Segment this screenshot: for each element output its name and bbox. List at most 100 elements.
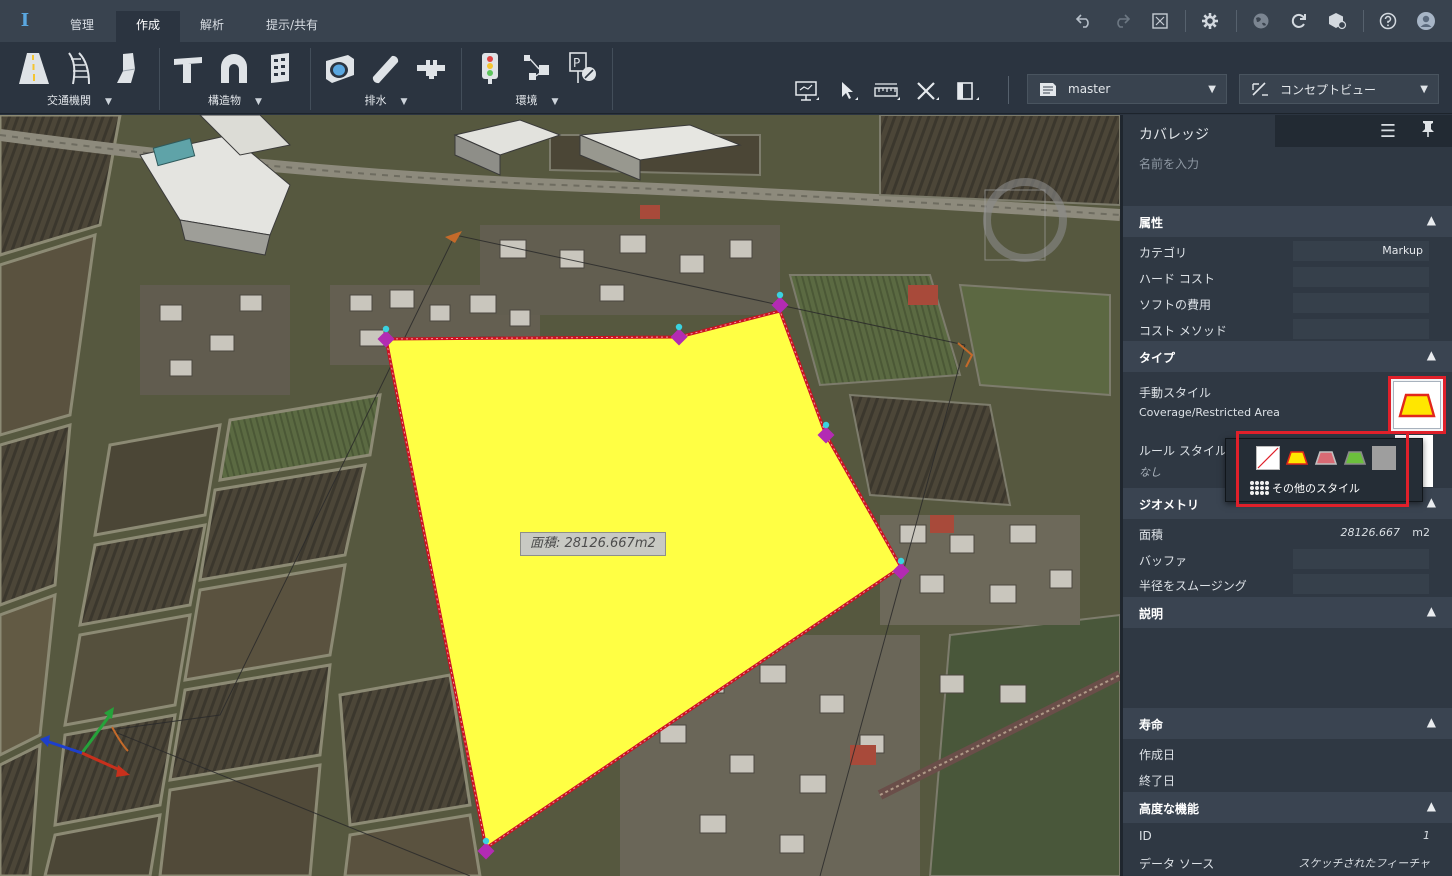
area-unit: m2 xyxy=(1412,526,1430,539)
section-title: 寿命 xyxy=(1139,718,1164,732)
area-measurement-label: 面積: 28126.667m2 xyxy=(520,532,666,556)
ribbon-label-drainage[interactable]: 排水 ▼ xyxy=(311,92,461,108)
building-icon[interactable] xyxy=(262,50,298,86)
rule-style-value: なし xyxy=(1139,466,1161,479)
buffer-field[interactable] xyxy=(1293,549,1429,569)
coupling-icon[interactable] xyxy=(413,50,449,86)
aerial-map[interactable] xyxy=(0,115,1120,876)
section-header-attributes[interactable]: 属性 ▲ xyxy=(1123,206,1452,237)
pin-icon[interactable] xyxy=(1417,120,1439,142)
pond-icon[interactable] xyxy=(321,50,357,86)
smoothing-radius-field[interactable] xyxy=(1293,574,1429,594)
section-header-advanced[interactable]: 高度な機能 ▲ xyxy=(1123,792,1452,823)
panel-header: カバレッジ ☰ xyxy=(1123,115,1452,147)
refresh-icon[interactable] xyxy=(1287,10,1311,32)
cost-method-label: コスト メソッド xyxy=(1139,324,1227,338)
chevron-up-icon: ▲ xyxy=(1426,715,1436,729)
app-window: I 管理 作成 解析 提示/共有 交通機関 ▼ 構造物 ▼ 排水 ▼ P 環境 … xyxy=(0,0,1452,876)
section-header-type[interactable]: タイプ ▲ xyxy=(1123,341,1452,372)
chevron-up-icon: ▲ xyxy=(1426,213,1436,227)
map-viewport[interactable]: 面積: 28126.667m2 xyxy=(0,115,1120,876)
created-date-label: 作成日 xyxy=(1139,748,1176,762)
gear-icon[interactable] xyxy=(1198,10,1222,32)
highlight-box xyxy=(1236,431,1409,507)
tab-present-share[interactable]: 提示/共有 xyxy=(252,11,332,42)
fit-view-icon[interactable] xyxy=(1148,10,1172,32)
ribbon-group-drainage: 排水 ▼ xyxy=(311,48,462,110)
tab-manage[interactable]: 管理 xyxy=(56,11,108,42)
presentation-tool-icon[interactable] xyxy=(792,78,822,104)
parking-sign-icon[interactable]: P xyxy=(564,50,600,86)
hamburger-menu-icon[interactable]: ☰ xyxy=(1377,121,1399,142)
app-logo[interactable]: I xyxy=(14,10,36,32)
manual-style-swatch[interactable] xyxy=(1388,376,1446,434)
section-title: タイプ xyxy=(1139,351,1176,365)
tab-analyze[interactable]: 解析 xyxy=(186,11,238,42)
panel-tool-icon[interactable] xyxy=(952,78,982,104)
chevron-up-icon: ▲ xyxy=(1426,348,1436,362)
help-icon[interactable] xyxy=(1376,10,1400,32)
section-title: 属性 xyxy=(1139,216,1164,230)
section-title: 高度な機能 xyxy=(1139,802,1200,816)
cube-settings-icon[interactable] xyxy=(1325,10,1349,32)
manual-style-label: 手動スタイル xyxy=(1139,386,1212,400)
buffer-label: バッファ xyxy=(1139,554,1188,568)
section-header-description[interactable]: 説明 ▲ xyxy=(1123,597,1452,628)
user-icon[interactable] xyxy=(1414,10,1438,32)
rail-icon[interactable] xyxy=(62,50,98,86)
trim-tool-icon[interactable] xyxy=(912,78,942,104)
id-label: ID xyxy=(1139,829,1152,843)
menu-bar: I 管理 作成 解析 提示/共有 xyxy=(0,0,1452,42)
area-label: 面積 xyxy=(1139,528,1164,542)
chevron-up-icon: ▲ xyxy=(1426,799,1436,813)
ribbon-group-structures: 構造物 ▼ xyxy=(160,48,311,110)
hard-cost-field[interactable] xyxy=(1293,267,1429,287)
area-value: 28126.667 xyxy=(1340,526,1401,539)
ribbon-toolbar: 交通機関 ▼ 構造物 ▼ 排水 ▼ P 環境 ▼ master ▼ コンセプトビ… xyxy=(0,42,1452,114)
soft-cost-label: ソフトの費用 xyxy=(1139,298,1212,312)
ribbon-label-transport[interactable]: 交通機関 ▼ xyxy=(0,92,159,108)
category-label: カテゴリ xyxy=(1139,246,1188,260)
chevron-down-icon: ▼ xyxy=(1420,83,1428,95)
svg-text:P: P xyxy=(573,56,580,70)
section-title: ジオメトリ xyxy=(1139,498,1200,512)
rule-style-label: ルール スタイル xyxy=(1139,444,1227,458)
redo-icon[interactable] xyxy=(1110,10,1134,32)
measure-tool-icon[interactable] xyxy=(872,78,902,104)
traffic-light-icon[interactable] xyxy=(472,50,508,86)
interchange-icon[interactable] xyxy=(518,50,554,86)
pipe-icon[interactable] xyxy=(367,50,403,86)
cost-method-field[interactable] xyxy=(1293,319,1429,339)
description-field[interactable] xyxy=(1123,628,1452,708)
manual-style-value: Coverage/Restricted Area xyxy=(1139,406,1280,419)
chevron-down-icon: ▼ xyxy=(1208,83,1216,95)
proposal-select[interactable]: master ▼ xyxy=(1027,74,1227,104)
tunnel-icon[interactable] xyxy=(216,50,252,86)
hard-cost-label: ハード コスト xyxy=(1139,272,1215,286)
bridge-pier-icon[interactable] xyxy=(108,50,144,86)
undo-icon[interactable] xyxy=(1072,10,1096,32)
select-tool-icon[interactable] xyxy=(832,78,862,104)
section-title: 説明 xyxy=(1139,607,1164,621)
ribbon-label-structures[interactable]: 構造物 ▼ xyxy=(160,92,310,108)
soft-cost-field[interactable] xyxy=(1293,293,1429,313)
name-input[interactable]: 名前を入力 xyxy=(1139,155,1429,175)
view-select[interactable]: コンセプトビュー ▼ xyxy=(1239,74,1439,104)
section-header-lifecycle[interactable]: 寿命 ▲ xyxy=(1123,708,1452,739)
data-source-label: データ ソース xyxy=(1139,857,1215,871)
proposal-select-value: master xyxy=(1068,82,1111,96)
id-value: 1 xyxy=(1423,829,1430,842)
proposal-icon xyxy=(1038,80,1058,98)
end-date-label: 終了日 xyxy=(1139,774,1176,788)
ribbon-label-environment[interactable]: 環境 ▼ xyxy=(462,92,612,108)
category-field[interactable]: Markup xyxy=(1293,241,1429,261)
pier-icon[interactable] xyxy=(170,50,206,86)
chevron-up-icon: ▲ xyxy=(1426,495,1436,509)
globe-icon[interactable] xyxy=(1249,10,1273,32)
data-source-value: スケッチされたフィーチャ xyxy=(1298,857,1430,870)
road-icon[interactable] xyxy=(16,50,52,86)
coverage-style-icon xyxy=(1398,393,1436,418)
tab-create[interactable]: 作成 xyxy=(116,11,180,42)
ribbon-group-environment: P 環境 ▼ xyxy=(462,48,613,110)
ribbon-group-transport: 交通機関 ▼ xyxy=(0,48,160,110)
